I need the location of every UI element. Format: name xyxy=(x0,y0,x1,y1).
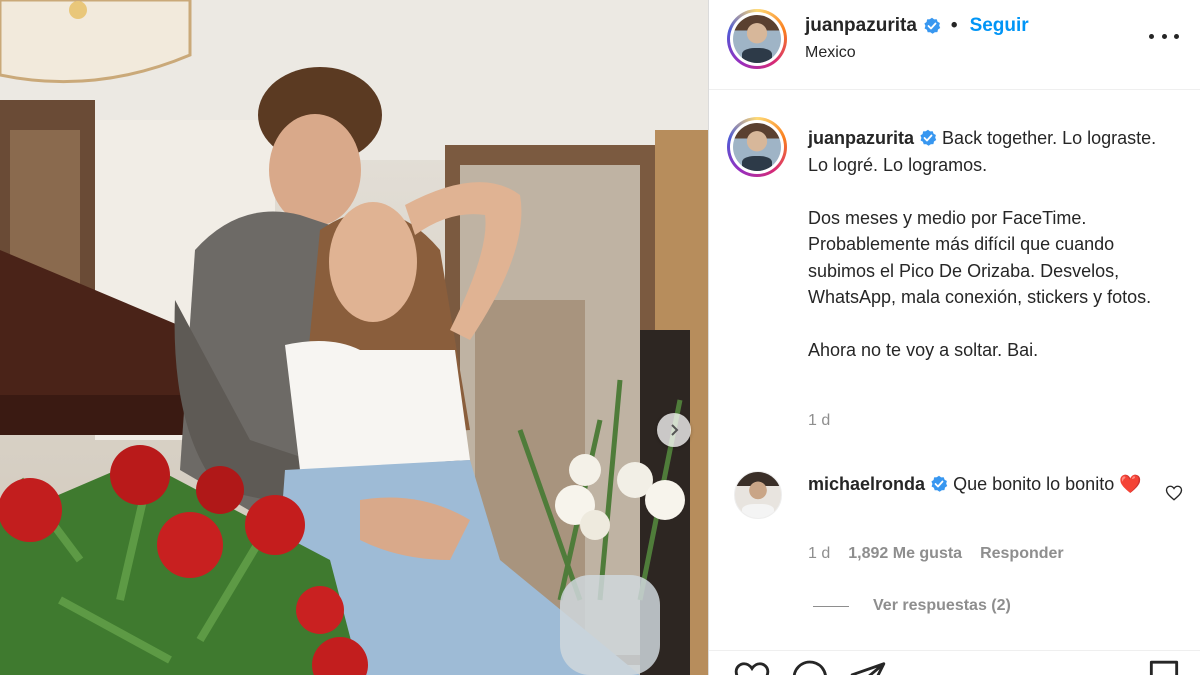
header-user-row: juanpazurita • Seguir xyxy=(805,15,1029,37)
separator-dot: • xyxy=(950,15,958,36)
verified-badge-icon xyxy=(920,129,937,146)
chevron-right-icon xyxy=(671,424,679,436)
next-image-button[interactable] xyxy=(657,413,691,447)
caption-timestamp[interactable]: 1 d xyxy=(808,412,830,430)
post-photo xyxy=(0,0,708,675)
comment: michaelronda Que bonito lo bonito ❤️ xyxy=(808,471,1148,498)
photo-illustration xyxy=(0,0,708,675)
post-location[interactable]: Mexico xyxy=(805,44,856,62)
follow-button[interactable]: Seguir xyxy=(970,15,1029,37)
post-header: juanpazurita • Seguir Mexico xyxy=(709,0,1200,90)
caption-username[interactable]: juanpazurita xyxy=(808,128,914,148)
post-caption: juanpazurita Back together. Lo lograste.… xyxy=(808,125,1180,364)
comment-timestamp[interactable]: 1 d xyxy=(808,545,830,563)
comment-meta: 1 d 1,892 Me gusta Responder xyxy=(808,545,1064,563)
view-replies-button[interactable]: Ver respuestas (2) xyxy=(813,597,1011,615)
caption-text-3: Ahora no te voy a soltar. Bai. xyxy=(808,340,1039,360)
caption-text-2: Dos meses y medio por FaceTime. Probable… xyxy=(808,207,1152,308)
bookmark-icon[interactable] xyxy=(1147,659,1181,675)
replies-divider xyxy=(813,605,849,607)
author-username[interactable]: juanpazurita xyxy=(805,15,917,37)
heart-icon[interactable] xyxy=(733,659,771,675)
post-action-bar xyxy=(709,650,1200,675)
share-icon[interactable] xyxy=(849,659,887,675)
comment-username[interactable]: michaelronda xyxy=(808,474,925,494)
commenter-avatar[interactable] xyxy=(734,471,782,519)
comment-icon[interactable] xyxy=(791,659,829,675)
view-replies-label: Ver respuestas (2) xyxy=(873,597,1011,614)
post-side-panel: juanpazurita • Seguir Mexico juanpazurit… xyxy=(708,0,1200,675)
comment-text: Que bonito lo bonito xyxy=(953,474,1115,494)
comment-like-heart-icon[interactable] xyxy=(1165,484,1183,502)
verified-badge-icon xyxy=(931,475,948,492)
caption-author-avatar[interactable] xyxy=(727,117,787,177)
reply-button[interactable]: Responder xyxy=(980,545,1064,563)
verified-badge-icon xyxy=(924,17,941,34)
author-avatar[interactable] xyxy=(727,9,787,69)
comment-emoji: ❤️ xyxy=(1119,474,1142,494)
more-options-icon[interactable] xyxy=(1149,24,1179,48)
comment-like-count[interactable]: 1,892 Me gusta xyxy=(848,545,962,563)
